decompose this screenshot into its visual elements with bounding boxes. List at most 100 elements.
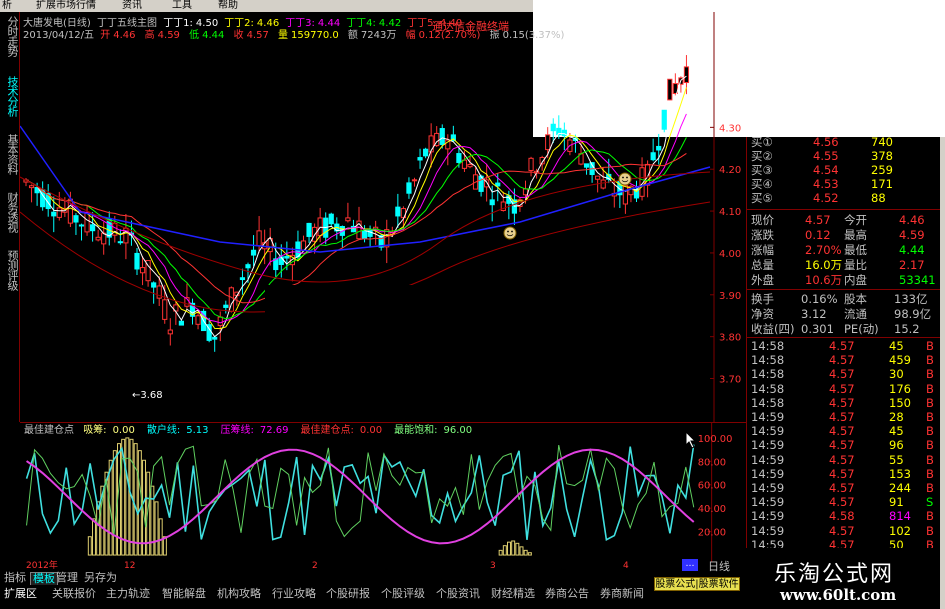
tick-row: 14:59 4.57 55 B bbox=[749, 453, 939, 467]
fundamental-row: 换手 0.16% 股本 133亿 bbox=[749, 292, 939, 306]
order-book-label: 买③ bbox=[751, 163, 773, 177]
tick-time: 14:58 bbox=[751, 339, 785, 353]
menu-item-news[interactable]: 资讯 bbox=[122, 0, 142, 12]
candle-body bbox=[667, 78, 673, 101]
ma-item-2: 丁丁2: 4.46 bbox=[224, 18, 280, 29]
tick-row: 14:59 4.57 45 B bbox=[749, 424, 939, 438]
more-button[interactable]: … bbox=[682, 559, 698, 571]
tick-volume: 30 bbox=[889, 367, 904, 382]
function-tab[interactable]: 行业攻略 bbox=[272, 587, 316, 600]
tick-side: B bbox=[926, 353, 934, 368]
candle-body bbox=[406, 182, 412, 194]
period-daily-label[interactable]: 日线 bbox=[708, 558, 730, 574]
tick-volume: 45 bbox=[889, 424, 904, 439]
function-tab[interactable]: 券商公告 bbox=[545, 587, 589, 600]
accumulation-bar bbox=[91, 518, 96, 556]
candle-body bbox=[212, 336, 218, 340]
menu-item-tools[interactable]: 工具 bbox=[172, 0, 192, 12]
accumulation-bar bbox=[87, 536, 92, 556]
function-tab[interactable]: 个股评级 bbox=[381, 587, 425, 600]
tick-time: 14:59 bbox=[751, 452, 785, 467]
order-book-volume: 740 bbox=[871, 135, 893, 149]
tick-row: 14:59 4.57 96 B bbox=[749, 438, 939, 452]
stat-label: 今开 bbox=[844, 213, 867, 227]
tick-volume: 176 bbox=[889, 381, 911, 396]
tick-side: B bbox=[926, 438, 934, 453]
order-book-price: 4.56 bbox=[813, 135, 839, 149]
candle-body bbox=[467, 163, 473, 168]
candle-body bbox=[134, 252, 140, 270]
smiley-signal-icon bbox=[618, 172, 632, 186]
candle-body bbox=[583, 163, 590, 168]
template-tab[interactable]: 指标 bbox=[4, 572, 26, 584]
function-tab[interactable]: 券商新闻 bbox=[600, 587, 644, 600]
candle-body bbox=[395, 206, 401, 217]
candle-body bbox=[90, 224, 96, 232]
candle-body bbox=[162, 299, 168, 320]
indicator-item-3: 压筹线: 72.69 bbox=[220, 425, 289, 436]
vtab-technical[interactable]: 技术分析 bbox=[2, 76, 19, 134]
candle-body bbox=[317, 217, 323, 237]
stat-label: 最低 bbox=[844, 243, 867, 257]
indicator-chart[interactable]: 100.00 80.00 60.00 40.00 20.00 bbox=[20, 422, 746, 562]
function-tab[interactable]: 智能解盘 bbox=[162, 587, 206, 600]
candle-body bbox=[622, 185, 628, 205]
amount-value: 额 7243万 bbox=[347, 30, 397, 41]
tick-time: 14:59 bbox=[751, 424, 785, 439]
tick-volume: 91 bbox=[889, 495, 904, 510]
vtab-forecast[interactable]: 预测评级 bbox=[2, 250, 19, 308]
template-tab[interactable]: 管理 bbox=[56, 572, 78, 584]
function-tab[interactable]: 个股研报 bbox=[326, 587, 370, 600]
tick-volume: 55 bbox=[889, 452, 904, 467]
tick-time: 14:59 bbox=[751, 481, 785, 495]
menu-item-analysis[interactable]: 析 bbox=[2, 0, 12, 12]
divider bbox=[747, 289, 941, 290]
price-axis-label: 4.30 bbox=[719, 123, 741, 134]
tick-side: B bbox=[926, 395, 934, 410]
indicator-name[interactable]: 最佳建仓点 bbox=[24, 425, 74, 436]
function-tab[interactable]: 财经精选 bbox=[491, 587, 535, 600]
ma-item-4: 丁丁4: 4.42 bbox=[346, 18, 402, 29]
candle-body bbox=[250, 249, 257, 256]
accumulation-bar bbox=[523, 549, 528, 556]
candle-body bbox=[384, 229, 390, 248]
tick-row: 14:59 4.58 814 B bbox=[749, 509, 939, 523]
candle-body bbox=[217, 316, 223, 327]
chart-header-line1: 大唐发电(日线) 丁丁五线主图 丁丁1: 4.50 丁丁2: 4.46 丁丁3: 4.44… bbox=[23, 18, 471, 29]
stat-value: 4.44 bbox=[899, 243, 925, 257]
menu-item-help[interactable]: 帮助 bbox=[218, 0, 238, 12]
menu-item-extended-market[interactable]: 扩展市场行情 bbox=[36, 0, 96, 12]
vtab-financials[interactable]: 财务透视 bbox=[2, 192, 19, 250]
order-book-volume: 88 bbox=[871, 191, 886, 205]
tick-row: 14:59 4.57 153 B bbox=[749, 467, 939, 481]
order-book-label: 买① bbox=[751, 135, 773, 149]
function-tab[interactable]: 主力轨迹 bbox=[106, 587, 150, 600]
candlestick-chart[interactable]: 4.30 4.20 4.10 4.00 3.90 3.80 3.70 ←3.68 bbox=[20, 12, 746, 422]
ma-item-1: 丁丁1: 4.50 bbox=[163, 18, 219, 29]
tick-time: 14:58 bbox=[751, 381, 785, 396]
accumulation-bar bbox=[498, 549, 503, 556]
vtab-intraday[interactable]: 分时走势 bbox=[2, 16, 19, 76]
candle-body bbox=[223, 304, 229, 308]
order-book-row: 买④ 4.53 171 bbox=[749, 177, 939, 191]
black-overlay bbox=[265, 285, 680, 323]
function-tab[interactable]: 关联报价 bbox=[52, 587, 96, 600]
fundamental-value: 98.9亿 bbox=[894, 307, 932, 321]
fundamental-row: 净资 3.12 流通 98.9亿 bbox=[749, 307, 939, 321]
vtab-fundamentals[interactable]: 基本资料 bbox=[2, 134, 19, 192]
menu-bar: 析 扩展市场行情 资讯 工具 帮助 bbox=[0, 0, 533, 12]
template-tab[interactable]: 另存为 bbox=[84, 572, 117, 584]
tick-volume: 150 bbox=[889, 395, 911, 410]
candle-body bbox=[306, 222, 312, 237]
function-tab[interactable]: 个股资讯 bbox=[436, 587, 480, 600]
candle-body bbox=[495, 182, 501, 187]
watermark-title: 乐淘公式网 bbox=[774, 562, 895, 587]
indicator-axis-label: 100.00 bbox=[698, 434, 733, 445]
fundamental-label: 净资 bbox=[751, 307, 774, 321]
template-tab[interactable]: 模板 bbox=[30, 572, 58, 586]
accumulation-bar bbox=[96, 501, 101, 556]
function-tab[interactable]: 机构攻略 bbox=[217, 587, 261, 600]
main-indicator-name[interactable]: 丁丁五线主图 bbox=[97, 18, 157, 29]
accumulation-bar bbox=[519, 546, 524, 556]
function-tab[interactable]: 扩展区 bbox=[4, 587, 37, 600]
